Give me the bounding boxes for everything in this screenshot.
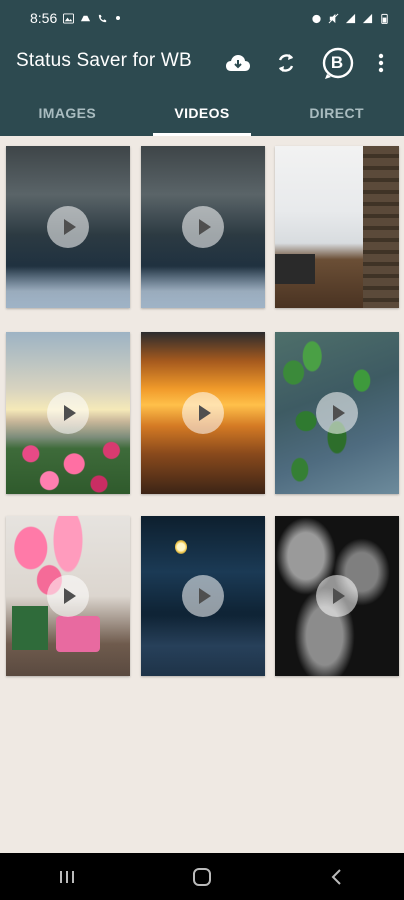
play-icon xyxy=(47,575,89,617)
tab-images[interactable]: IMAGES xyxy=(0,90,135,136)
play-icon xyxy=(316,392,358,434)
signal-icon xyxy=(345,13,356,23)
refresh-icon xyxy=(278,54,294,72)
notification-dot-icon xyxy=(116,16,121,20)
video-thumbnail-flowers-sunset-beach[interactable] xyxy=(6,332,130,494)
play-icon xyxy=(47,392,89,434)
back-button[interactable] xyxy=(317,857,357,897)
mute-icon xyxy=(328,13,339,23)
tab-videos[interactable]: VIDEOS xyxy=(135,90,270,136)
back-icon xyxy=(331,868,341,885)
alarm-icon xyxy=(312,14,321,23)
more-options-button[interactable] xyxy=(366,46,396,80)
gallery-notification-icon xyxy=(63,12,75,24)
play-icon xyxy=(182,575,224,617)
play-icon xyxy=(182,206,224,248)
video-thumbnail-stormy-sea-2[interactable] xyxy=(141,146,265,308)
download-button[interactable] xyxy=(221,46,255,80)
drive-notification-icon xyxy=(81,15,91,21)
tab-videos-label: VIDEOS xyxy=(174,105,230,121)
cloud-download-icon xyxy=(226,55,250,71)
recents-button[interactable] xyxy=(47,857,87,897)
video-thumbnail-golden-sunset-pier[interactable] xyxy=(141,332,265,494)
app-bar: Status Saver for WB B xyxy=(0,36,404,90)
status-time: 8:56 xyxy=(30,10,58,26)
home-icon xyxy=(192,867,211,886)
business-badge-letter: B xyxy=(330,53,344,72)
signal-2-icon xyxy=(362,13,373,23)
play-icon xyxy=(182,392,224,434)
video-thumbnail-stormy-sea-1[interactable] xyxy=(6,146,130,308)
wifi-call-icon xyxy=(99,14,107,22)
video-thumbnail-rain-leaves[interactable] xyxy=(275,332,399,494)
recents-icon xyxy=(60,870,75,883)
home-button[interactable] xyxy=(182,857,222,897)
refresh-button[interactable] xyxy=(269,46,303,80)
tab-direct-label: DIRECT xyxy=(309,105,364,121)
video-thumbnail-pink-lilies-mug[interactable] xyxy=(6,516,130,676)
battery-icon xyxy=(381,13,388,24)
tab-direct[interactable]: DIRECT xyxy=(269,90,404,136)
video-thumbnail-night-clouds[interactable] xyxy=(275,516,399,676)
status-bar: 8:56 xyxy=(0,0,404,36)
video-thumbnail-night-lamp-bench[interactable] xyxy=(141,516,265,676)
more-vert-icon xyxy=(378,53,384,73)
video-thumbnail-snowy-window-room[interactable] xyxy=(275,146,399,308)
system-nav-bar xyxy=(0,853,404,900)
whatsapp-business-button[interactable]: B xyxy=(320,46,356,82)
play-icon xyxy=(47,206,89,248)
tab-images-label: IMAGES xyxy=(38,105,97,121)
play-icon xyxy=(316,575,358,617)
app-title: Status Saver for WB xyxy=(16,50,192,71)
tab-bar: IMAGES VIDEOS DIRECT xyxy=(0,90,404,136)
